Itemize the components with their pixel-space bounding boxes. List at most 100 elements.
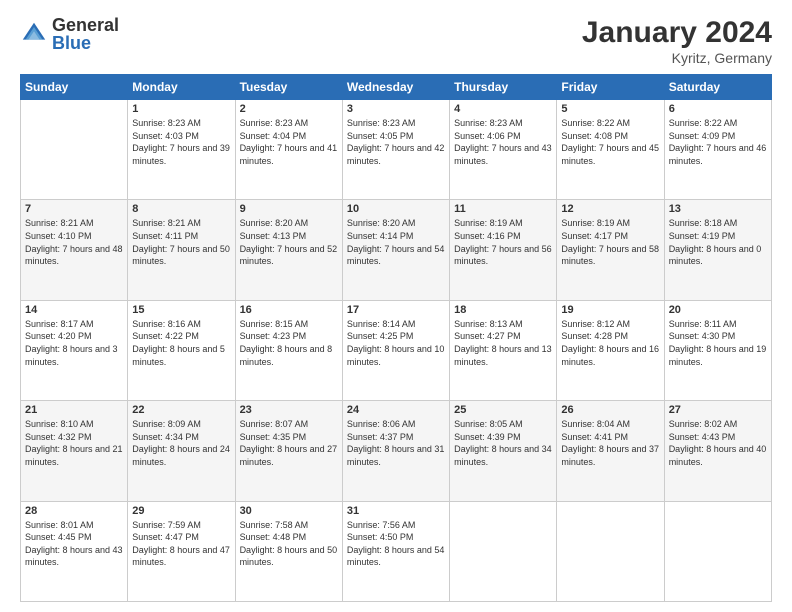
day-info: Sunrise: 8:04 AM Sunset: 4:41 PM Dayligh… [561, 418, 659, 468]
calendar-cell: 10Sunrise: 8:20 AM Sunset: 4:14 PM Dayli… [342, 200, 449, 300]
header-sunday: Sunday [21, 75, 128, 100]
calendar-cell: 22 Sunrise: 8:09 AM Sunset: 4:34 PM Dayli… [128, 401, 235, 501]
day-number: 7 [25, 203, 123, 215]
day-info: Sunrise: 8:18 AM Sunset: 4:19 PM Dayligh… [669, 217, 767, 267]
calendar-cell: 13 Sunrise: 8:18 AM Sunset: 4:19 PM Dayli… [664, 200, 771, 300]
day-number: 9 [240, 203, 338, 215]
day-number: 25 [454, 404, 552, 416]
calendar-cell: 4Sunrise: 8:23 AM Sunset: 4:06 PM Daylig… [450, 100, 557, 200]
day-info: Sunrise: 8:02 AM Sunset: 4:43 PM Dayligh… [669, 418, 767, 468]
calendar-cell: 28Sunrise: 8:01 AM Sunset: 4:45 PM Dayli… [21, 501, 128, 601]
day-number: 1 [132, 103, 230, 115]
day-info: Sunrise: 8:23 AM Sunset: 4:06 PM Dayligh… [454, 117, 552, 167]
calendar-cell: 26 Sunrise: 8:04 AM Sunset: 4:41 PM Dayli… [557, 401, 664, 501]
day-number: 30 [240, 505, 338, 517]
calendar-cell: 30 Sunrise: 7:58 AM Sunset: 4:48 PM Dayli… [235, 501, 342, 601]
calendar-cell: 2 Sunrise: 8:23 AM Sunset: 4:04 PM Daylig… [235, 100, 342, 200]
logo-blue-text: Blue [52, 34, 119, 52]
calendar-cell [450, 501, 557, 601]
logo-general-text: General [52, 16, 119, 34]
day-number: 14 [25, 304, 123, 316]
day-info: Sunrise: 8:22 AM Sunset: 4:08 PM Dayligh… [561, 117, 659, 167]
day-info: Sunrise: 8:21 AM Sunset: 4:11 PM Dayligh… [132, 217, 230, 267]
day-info: Sunrise: 8:01 AM Sunset: 4:45 PM Dayligh… [25, 519, 123, 569]
day-number: 16 [240, 304, 338, 316]
calendar-cell: 25 Sunrise: 8:05 AM Sunset: 4:39 PM Dayli… [450, 401, 557, 501]
title-block: January 2024 Kyritz, Germany [582, 16, 772, 66]
location: Kyritz, Germany [582, 50, 772, 66]
day-number: 22 [132, 404, 230, 416]
header-tuesday: Tuesday [235, 75, 342, 100]
calendar-cell: 6 Sunrise: 8:22 AM Sunset: 4:09 PM Daylig… [664, 100, 771, 200]
calendar-cell: 17 Sunrise: 8:14 AM Sunset: 4:25 PM Dayli… [342, 300, 449, 400]
calendar-cell [21, 100, 128, 200]
day-info: Sunrise: 8:14 AM Sunset: 4:25 PM Dayligh… [347, 318, 445, 368]
calendar-cell: 19Sunrise: 8:12 AM Sunset: 4:28 PM Dayli… [557, 300, 664, 400]
calendar-cell: 16Sunrise: 8:15 AM Sunset: 4:23 PM Dayli… [235, 300, 342, 400]
day-info: Sunrise: 8:21 AM Sunset: 4:10 PM Dayligh… [25, 217, 123, 267]
day-info: Sunrise: 8:12 AM Sunset: 4:28 PM Dayligh… [561, 318, 659, 368]
day-info: Sunrise: 8:07 AM Sunset: 4:35 PM Dayligh… [240, 418, 338, 468]
day-info: Sunrise: 8:20 AM Sunset: 4:13 PM Dayligh… [240, 217, 338, 267]
calendar-cell: 1 Sunrise: 8:23 AM Sunset: 4:03 PM Daylig… [128, 100, 235, 200]
day-info: Sunrise: 7:56 AM Sunset: 4:50 PM Dayligh… [347, 519, 445, 569]
logo-text: General Blue [52, 16, 119, 52]
calendar-cell: 14Sunrise: 8:17 AM Sunset: 4:20 PM Dayli… [21, 300, 128, 400]
day-info: Sunrise: 8:23 AM Sunset: 4:05 PM Dayligh… [347, 117, 445, 167]
calendar-cell: 29Sunrise: 7:59 AM Sunset: 4:47 PM Dayli… [128, 501, 235, 601]
day-info: Sunrise: 8:23 AM Sunset: 4:03 PM Dayligh… [132, 117, 230, 167]
header-monday: Monday [128, 75, 235, 100]
calendar-table: Sunday Monday Tuesday Wednesday Thursday… [20, 74, 772, 602]
calendar-week-3: 14Sunrise: 8:17 AM Sunset: 4:20 PM Dayli… [21, 300, 772, 400]
calendar-cell [664, 501, 771, 601]
day-number: 2 [240, 103, 338, 115]
calendar-cell: 15 Sunrise: 8:16 AM Sunset: 4:22 PM Dayli… [128, 300, 235, 400]
day-info: Sunrise: 8:20 AM Sunset: 4:14 PM Dayligh… [347, 217, 445, 267]
header-friday: Friday [557, 75, 664, 100]
header-thursday: Thursday [450, 75, 557, 100]
day-number: 8 [132, 203, 230, 215]
calendar-cell: 11 Sunrise: 8:19 AM Sunset: 4:16 PM Dayli… [450, 200, 557, 300]
calendar-cell [557, 501, 664, 601]
day-number: 20 [669, 304, 767, 316]
calendar-cell: 18 Sunrise: 8:13 AM Sunset: 4:27 PM Dayli… [450, 300, 557, 400]
day-info: Sunrise: 8:22 AM Sunset: 4:09 PM Dayligh… [669, 117, 767, 167]
day-info: Sunrise: 8:23 AM Sunset: 4:04 PM Dayligh… [240, 117, 338, 167]
day-number: 18 [454, 304, 552, 316]
day-info: Sunrise: 8:16 AM Sunset: 4:22 PM Dayligh… [132, 318, 230, 368]
day-info: Sunrise: 8:19 AM Sunset: 4:16 PM Dayligh… [454, 217, 552, 267]
calendar-cell: 7 Sunrise: 8:21 AM Sunset: 4:10 PM Daylig… [21, 200, 128, 300]
month-title: January 2024 [582, 16, 772, 50]
day-info: Sunrise: 8:13 AM Sunset: 4:27 PM Dayligh… [454, 318, 552, 368]
day-number: 26 [561, 404, 659, 416]
calendar-cell: 3 Sunrise: 8:23 AM Sunset: 4:05 PM Daylig… [342, 100, 449, 200]
day-number: 31 [347, 505, 445, 517]
day-number: 6 [669, 103, 767, 115]
header: General Blue January 2024 Kyritz, German… [20, 16, 772, 66]
calendar-cell: 20 Sunrise: 8:11 AM Sunset: 4:30 PM Dayli… [664, 300, 771, 400]
day-number: 13 [669, 203, 767, 215]
calendar-cell: 24Sunrise: 8:06 AM Sunset: 4:37 PM Dayli… [342, 401, 449, 501]
calendar-cell: 9 Sunrise: 8:20 AM Sunset: 4:13 PM Daylig… [235, 200, 342, 300]
calendar-cell: 5 Sunrise: 8:22 AM Sunset: 4:08 PM Daylig… [557, 100, 664, 200]
calendar-cell: 27 Sunrise: 8:02 AM Sunset: 4:43 PM Dayli… [664, 401, 771, 501]
day-info: Sunrise: 7:58 AM Sunset: 4:48 PM Dayligh… [240, 519, 338, 569]
day-number: 3 [347, 103, 445, 115]
calendar-cell: 31 Sunrise: 7:56 AM Sunset: 4:50 PM Dayli… [342, 501, 449, 601]
day-number: 21 [25, 404, 123, 416]
day-info: Sunrise: 8:05 AM Sunset: 4:39 PM Dayligh… [454, 418, 552, 468]
page: General Blue January 2024 Kyritz, German… [0, 0, 792, 612]
calendar-cell: 21Sunrise: 8:10 AM Sunset: 4:32 PM Dayli… [21, 401, 128, 501]
day-number: 11 [454, 203, 552, 215]
day-info: Sunrise: 8:11 AM Sunset: 4:30 PM Dayligh… [669, 318, 767, 368]
day-info: Sunrise: 8:09 AM Sunset: 4:34 PM Dayligh… [132, 418, 230, 468]
header-wednesday: Wednesday [342, 75, 449, 100]
logo: General Blue [20, 16, 119, 52]
day-number: 29 [132, 505, 230, 517]
day-number: 27 [669, 404, 767, 416]
day-number: 15 [132, 304, 230, 316]
day-number: 5 [561, 103, 659, 115]
calendar-cell: 8 Sunrise: 8:21 AM Sunset: 4:11 PM Daylig… [128, 200, 235, 300]
header-saturday: Saturday [664, 75, 771, 100]
day-number: 17 [347, 304, 445, 316]
